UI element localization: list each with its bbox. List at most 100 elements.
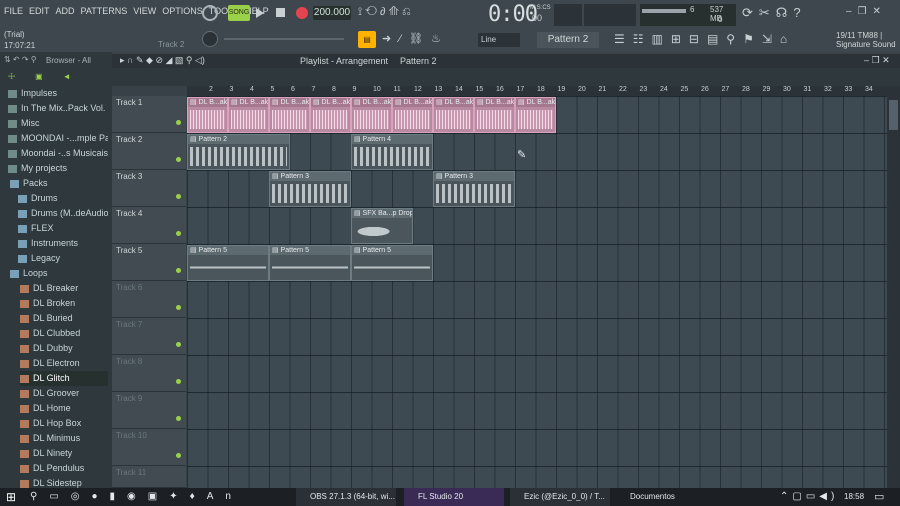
stop-icon[interactable] — [276, 8, 285, 17]
snap-tools[interactable]: ➜∕⛓♨ — [382, 32, 472, 47]
pattern-clip[interactable]: ▤ Pattern 2 — [187, 134, 290, 170]
audio-clip[interactable]: ▤ DL B...aker — [187, 97, 228, 133]
browser-item[interactable]: Loops — [10, 266, 108, 281]
browser-item[interactable]: Moondai -..s Musicais — [8, 146, 108, 161]
track-header[interactable]: Track 5 — [112, 244, 186, 281]
window-controls[interactable]: –❐✕ — [846, 6, 896, 20]
main-pitch-slider[interactable] — [224, 38, 344, 40]
browser-item[interactable]: DL Hop Box — [20, 416, 108, 431]
track-mute-led[interactable] — [176, 120, 181, 125]
master-knob-icon[interactable] — [202, 5, 218, 21]
record-icon[interactable] — [296, 7, 308, 19]
scroll-thumb[interactable] — [889, 100, 898, 130]
taskbar-documents[interactable]: Documentos — [616, 488, 716, 506]
pattern-clip[interactable]: ▤ Pattern 5 — [187, 245, 269, 281]
playlist-tools-icons[interactable]: ▸ ∩ ✎ ◆ ⊘ ◢ ▧ ⚲ ◁) — [120, 55, 205, 66]
track-header[interactable]: Track 3 — [112, 170, 186, 207]
vertical-scrollbar[interactable] — [887, 86, 900, 488]
track-header[interactable]: Track 2 — [112, 133, 186, 170]
audio-clip[interactable]: ▤ DL B...aker — [310, 97, 351, 133]
track-header[interactable]: Track 11 — [112, 466, 186, 488]
menu-view[interactable]: VIEW — [133, 6, 156, 16]
track-mute-led[interactable] — [176, 416, 181, 421]
track-mute-led[interactable] — [176, 453, 181, 458]
taskbar-pinned-icons[interactable]: ⚲▭◎●▮◉▣✦♦An — [30, 488, 243, 506]
browser-item[interactable]: My projects — [8, 161, 108, 176]
play-icon[interactable] — [256, 8, 264, 18]
browser-nav-icons[interactable]: ⇅ ↶ ↷ ⚲ — [4, 55, 37, 64]
audio-clip[interactable]: ▤ DL B...aker — [351, 97, 392, 133]
audio-clip[interactable]: ▤ DL B...aker — [433, 97, 474, 133]
track-mute-led[interactable] — [176, 194, 181, 199]
track-header[interactable]: Track 1 — [112, 96, 186, 133]
taskbar-fl-studio[interactable]: FL Studio 20 — [404, 488, 504, 506]
start-icon[interactable]: ⊞ — [6, 488, 16, 506]
browser-item[interactable]: DL Ninety — [20, 446, 108, 461]
track-mute-led[interactable] — [176, 305, 181, 310]
track-header[interactable]: Track 8 — [112, 355, 186, 392]
snap-selector[interactable]: Line — [478, 33, 520, 47]
track-header[interactable]: Track 4 — [112, 207, 186, 244]
window-shortcuts[interactable]: ☰☷▥⊞⊟▤⚲⚑⇲⌂ — [614, 32, 830, 48]
pattern-clip[interactable]: ▤ SFX Ba...p Drop — [351, 208, 413, 244]
audio-clip[interactable]: ▤ DL B...aker — [515, 97, 556, 133]
browser-item[interactable]: DL Electron — [20, 356, 108, 371]
track-mute-led[interactable] — [176, 157, 181, 162]
track-mute-led[interactable] — [176, 379, 181, 384]
top-icons[interactable]: ⟳✂☊? — [742, 5, 832, 23]
track-header[interactable]: Track 9 — [112, 392, 186, 429]
browser-item[interactable]: Drums (M..deAudio) — [18, 206, 108, 221]
track-header[interactable]: Track 10 — [112, 429, 186, 466]
arrangement-grid[interactable] — [187, 96, 887, 488]
menu-patterns[interactable]: PATTERNS — [81, 6, 128, 16]
pattern-clip[interactable]: ▤ Pattern 4 — [351, 134, 433, 170]
pattern-clip[interactable]: ▤ Pattern 3 — [269, 171, 351, 207]
browser-item[interactable]: DL Broken — [20, 296, 108, 311]
menu-file[interactable]: FILE — [4, 6, 23, 16]
browser-item[interactable]: DL Pendulus — [20, 461, 108, 476]
menu-edit[interactable]: EDIT — [29, 6, 50, 16]
track-header[interactable]: Track 6 — [112, 281, 186, 318]
taskbar-chrome[interactable]: Ezic (@Ezic_0_0) / T... — [510, 488, 610, 506]
browser-item[interactable]: FLEX — [18, 221, 108, 236]
pattern-clip[interactable]: ▤ Pattern 5 — [351, 245, 433, 281]
browser-item[interactable]: DL Breaker — [20, 281, 108, 296]
browser-item[interactable]: Instruments — [18, 236, 108, 251]
audio-clip[interactable]: ▤ DL B...aker — [269, 97, 310, 133]
pattern-clip[interactable]: ▤ Pattern 5 — [269, 245, 351, 281]
browser-item[interactable]: DL Groover — [20, 386, 108, 401]
main-volume-knob[interactable] — [202, 31, 218, 47]
timeline-ruler[interactable]: 2 3 4 5 6 7 8 9 10 11 12 13 14 15 16 17 18 19 20 21 22 23 24 25… — [187, 86, 887, 96]
tray-icons[interactable]: ⌃▢▭◀) — [780, 488, 838, 506]
browser-item[interactable]: DL Clubbed — [20, 326, 108, 341]
browser-item[interactable]: Legacy — [18, 251, 108, 266]
pattern-clip[interactable]: ▤ Pattern 3 — [433, 171, 515, 207]
menu-add[interactable]: ADD — [56, 6, 75, 16]
browser-item[interactable]: DL Dubby — [20, 341, 108, 356]
menu-options[interactable]: OPTIONS — [162, 6, 203, 16]
browser-item[interactable]: Impulses — [8, 86, 108, 101]
tempo-display[interactable]: 200.000 — [313, 6, 351, 20]
track-header[interactable]: Track 7 — [112, 318, 186, 355]
pattern-selector[interactable]: Pattern 2 — [537, 32, 599, 48]
browser-item[interactable]: DL Glitch — [20, 371, 108, 386]
pat-song-toggle[interactable]: SONG — [228, 5, 250, 21]
browser-item[interactable]: DL Buried — [20, 311, 108, 326]
track-mute-led[interactable] — [176, 342, 181, 347]
browser-item[interactable]: In The Mix..Pack Vol. 1 — [8, 101, 108, 116]
audio-clip[interactable]: ▤ DL B...aker — [392, 97, 433, 133]
audio-clip[interactable]: ▤ DL B...aker — [228, 97, 269, 133]
browser-filter-icons[interactable]: ☩▣◄ — [8, 72, 108, 82]
pattern-mode-icon[interactable]: ▤ — [358, 31, 376, 48]
browser-item[interactable]: MOONDAI -...mple Pack — [8, 131, 108, 146]
taskbar-obs[interactable]: OBS 27.1.3 (64-bit, wi... — [296, 488, 396, 506]
notification-icon[interactable]: ▭ — [874, 488, 884, 506]
track-mute-led[interactable] — [176, 268, 181, 273]
browser-item[interactable]: DL Home — [20, 401, 108, 416]
browser-item[interactable]: Misc — [8, 116, 108, 131]
browser-item[interactable]: DL Minimus — [20, 431, 108, 446]
browser-item[interactable]: Packs — [10, 176, 108, 191]
playlist-window-controls[interactable]: – ❐ ✕ — [864, 55, 890, 66]
audio-clip[interactable]: ▤ DL B...aker — [474, 97, 515, 133]
track-mute-led[interactable] — [176, 231, 181, 236]
